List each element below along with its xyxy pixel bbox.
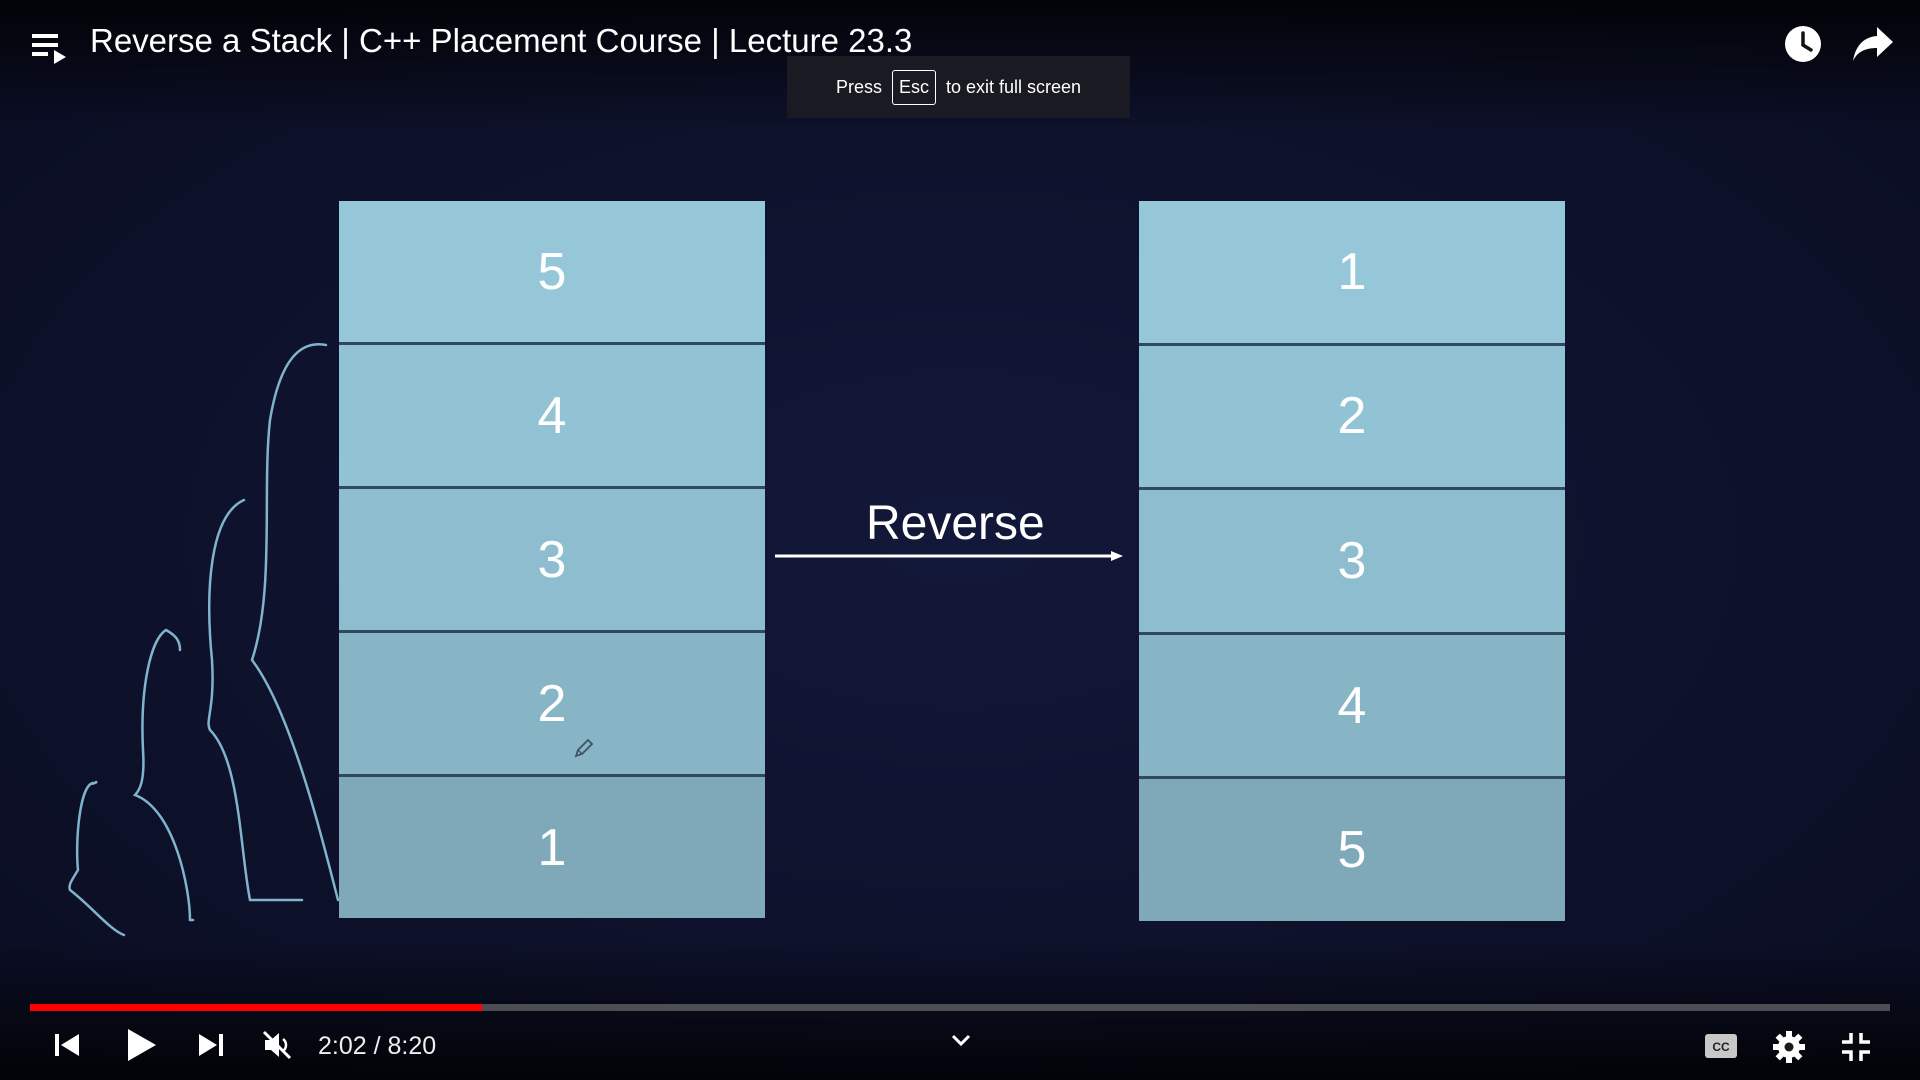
stack-cell: 5 (1139, 779, 1565, 921)
share-icon[interactable] (1851, 25, 1895, 63)
stack-cell: 3 (1139, 490, 1565, 635)
original-stack: 5 4 3 2 1 (339, 201, 765, 918)
watch-later-icon[interactable] (1783, 24, 1823, 64)
pencil-cursor-icon (574, 738, 594, 758)
play-icon[interactable] (124, 1027, 158, 1063)
right-arrow (775, 551, 1123, 561)
exit-fullscreen-icon[interactable] (1840, 1031, 1872, 1063)
svg-text:CC: CC (1712, 1040, 1730, 1054)
video-title[interactable]: Reverse a Stack | C++ Placement Course |… (90, 22, 912, 60)
video-frame[interactable]: 5 4 3 2 1 Reverse 1 2 3 4 5 (0, 0, 1920, 1080)
esc-key: Esc (891, 69, 936, 105)
recursion-scribble (68, 343, 340, 937)
chevron-down-icon[interactable] (950, 1032, 972, 1048)
fullscreen-hint: Press Esc to exit full screen (787, 56, 1130, 118)
time-display: 2:02 / 8:20 (318, 1032, 437, 1060)
stack-cell: 5 (339, 201, 765, 345)
stack-cell: 2 (1139, 345, 1565, 491)
stack-cell: 2 (339, 633, 765, 777)
stack-cell: 4 (339, 345, 765, 489)
settings-icon[interactable] (1772, 1030, 1806, 1064)
stack-cell: 1 (1139, 201, 1565, 346)
muted-volume-icon[interactable] (260, 1028, 294, 1062)
hint-text-after: to exit full screen (945, 76, 1082, 97)
stack-cell: 4 (1139, 634, 1565, 780)
previous-icon[interactable] (52, 1030, 82, 1060)
progress-played (30, 1004, 482, 1011)
stack-cell: 3 (339, 489, 765, 633)
reverse-label: Reverse (866, 497, 1045, 550)
captions-icon[interactable]: CC (1704, 1033, 1738, 1059)
playlist-icon[interactable] (30, 30, 70, 66)
reversed-stack: 1 2 3 4 5 (1139, 201, 1565, 921)
next-icon[interactable] (196, 1030, 226, 1060)
progress-bar[interactable] (30, 1004, 1890, 1011)
hint-text-before: Press (835, 76, 882, 97)
stack-cell: 1 (339, 777, 765, 918)
